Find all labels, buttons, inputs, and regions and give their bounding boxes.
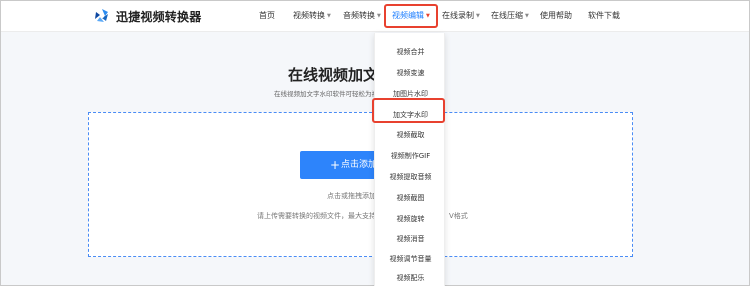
format-hint: 请上传需要转换的视频文件，最大支持 [257,212,376,220]
upload-dropzone[interactable] [88,112,633,257]
dropdown-item-mute[interactable]: 视频消音 [375,234,446,244]
plus-icon: + [330,158,341,172]
nav-video-convert-label: 视频转换 [293,11,325,20]
nav-video-convert[interactable]: 视频转换 ▼ [293,10,331,21]
nav-highlight-box [384,4,438,28]
dropdown-item-merge[interactable]: 视频合并 [375,47,446,57]
nav-online-record[interactable]: 在线录制 ▼ [442,10,480,21]
dropdown-highlight-box [372,98,445,123]
nav-audio-convert[interactable]: 音频转换 ▼ [343,10,381,21]
nav-online-compress-label: 在线压缩 [491,11,523,20]
nav-online-compress[interactable]: 在线压缩 ▼ [491,10,529,21]
dropdown-item-screenshot[interactable]: 视频截图 [375,193,446,203]
chevron-down-icon: ▼ [476,13,480,19]
dropdown-item-speed[interactable]: 视频变速 [375,68,446,78]
chevron-down-icon: ▼ [327,13,331,19]
swirl-logo-icon[interactable] [92,7,112,25]
dropdown-item-volume[interactable]: 视频调节音量 [375,254,446,264]
format-hint-tail: V格式 [449,212,468,220]
nav-download[interactable]: 软件下载 [588,10,620,21]
nav-online-record-label: 在线录制 [442,11,474,20]
nav-help-label: 使用帮助 [540,11,572,20]
video-edit-dropdown-menu: 视频合并 视频变速 加图片水印 加文字水印 视频截取 视频制作GIF 视频提取音… [374,33,445,286]
chevron-down-icon: ▼ [525,13,529,19]
dropdown-item-extract-audio[interactable]: 视频提取音频 [375,172,446,182]
dropdown-item-gif[interactable]: 视频制作GIF [375,151,446,161]
add-file-button[interactable]: + 点击添加文件 [300,151,380,179]
chevron-down-icon: ▼ [377,13,381,19]
nav-help[interactable]: 使用帮助 [540,10,572,21]
dropdown-item-music[interactable]: 视频配乐 [375,273,446,283]
nav-download-label: 软件下载 [588,11,620,20]
nav-home-label: 首页 [259,11,275,20]
brand-name[interactable]: 迅捷视频转换器 [116,8,201,25]
dropdown-item-rotate[interactable]: 视频旋转 [375,214,446,224]
nav-audio-convert-label: 音频转换 [343,11,375,20]
dropdown-item-clip[interactable]: 视频截取 [375,130,446,140]
nav-home[interactable]: 首页 [259,10,275,21]
